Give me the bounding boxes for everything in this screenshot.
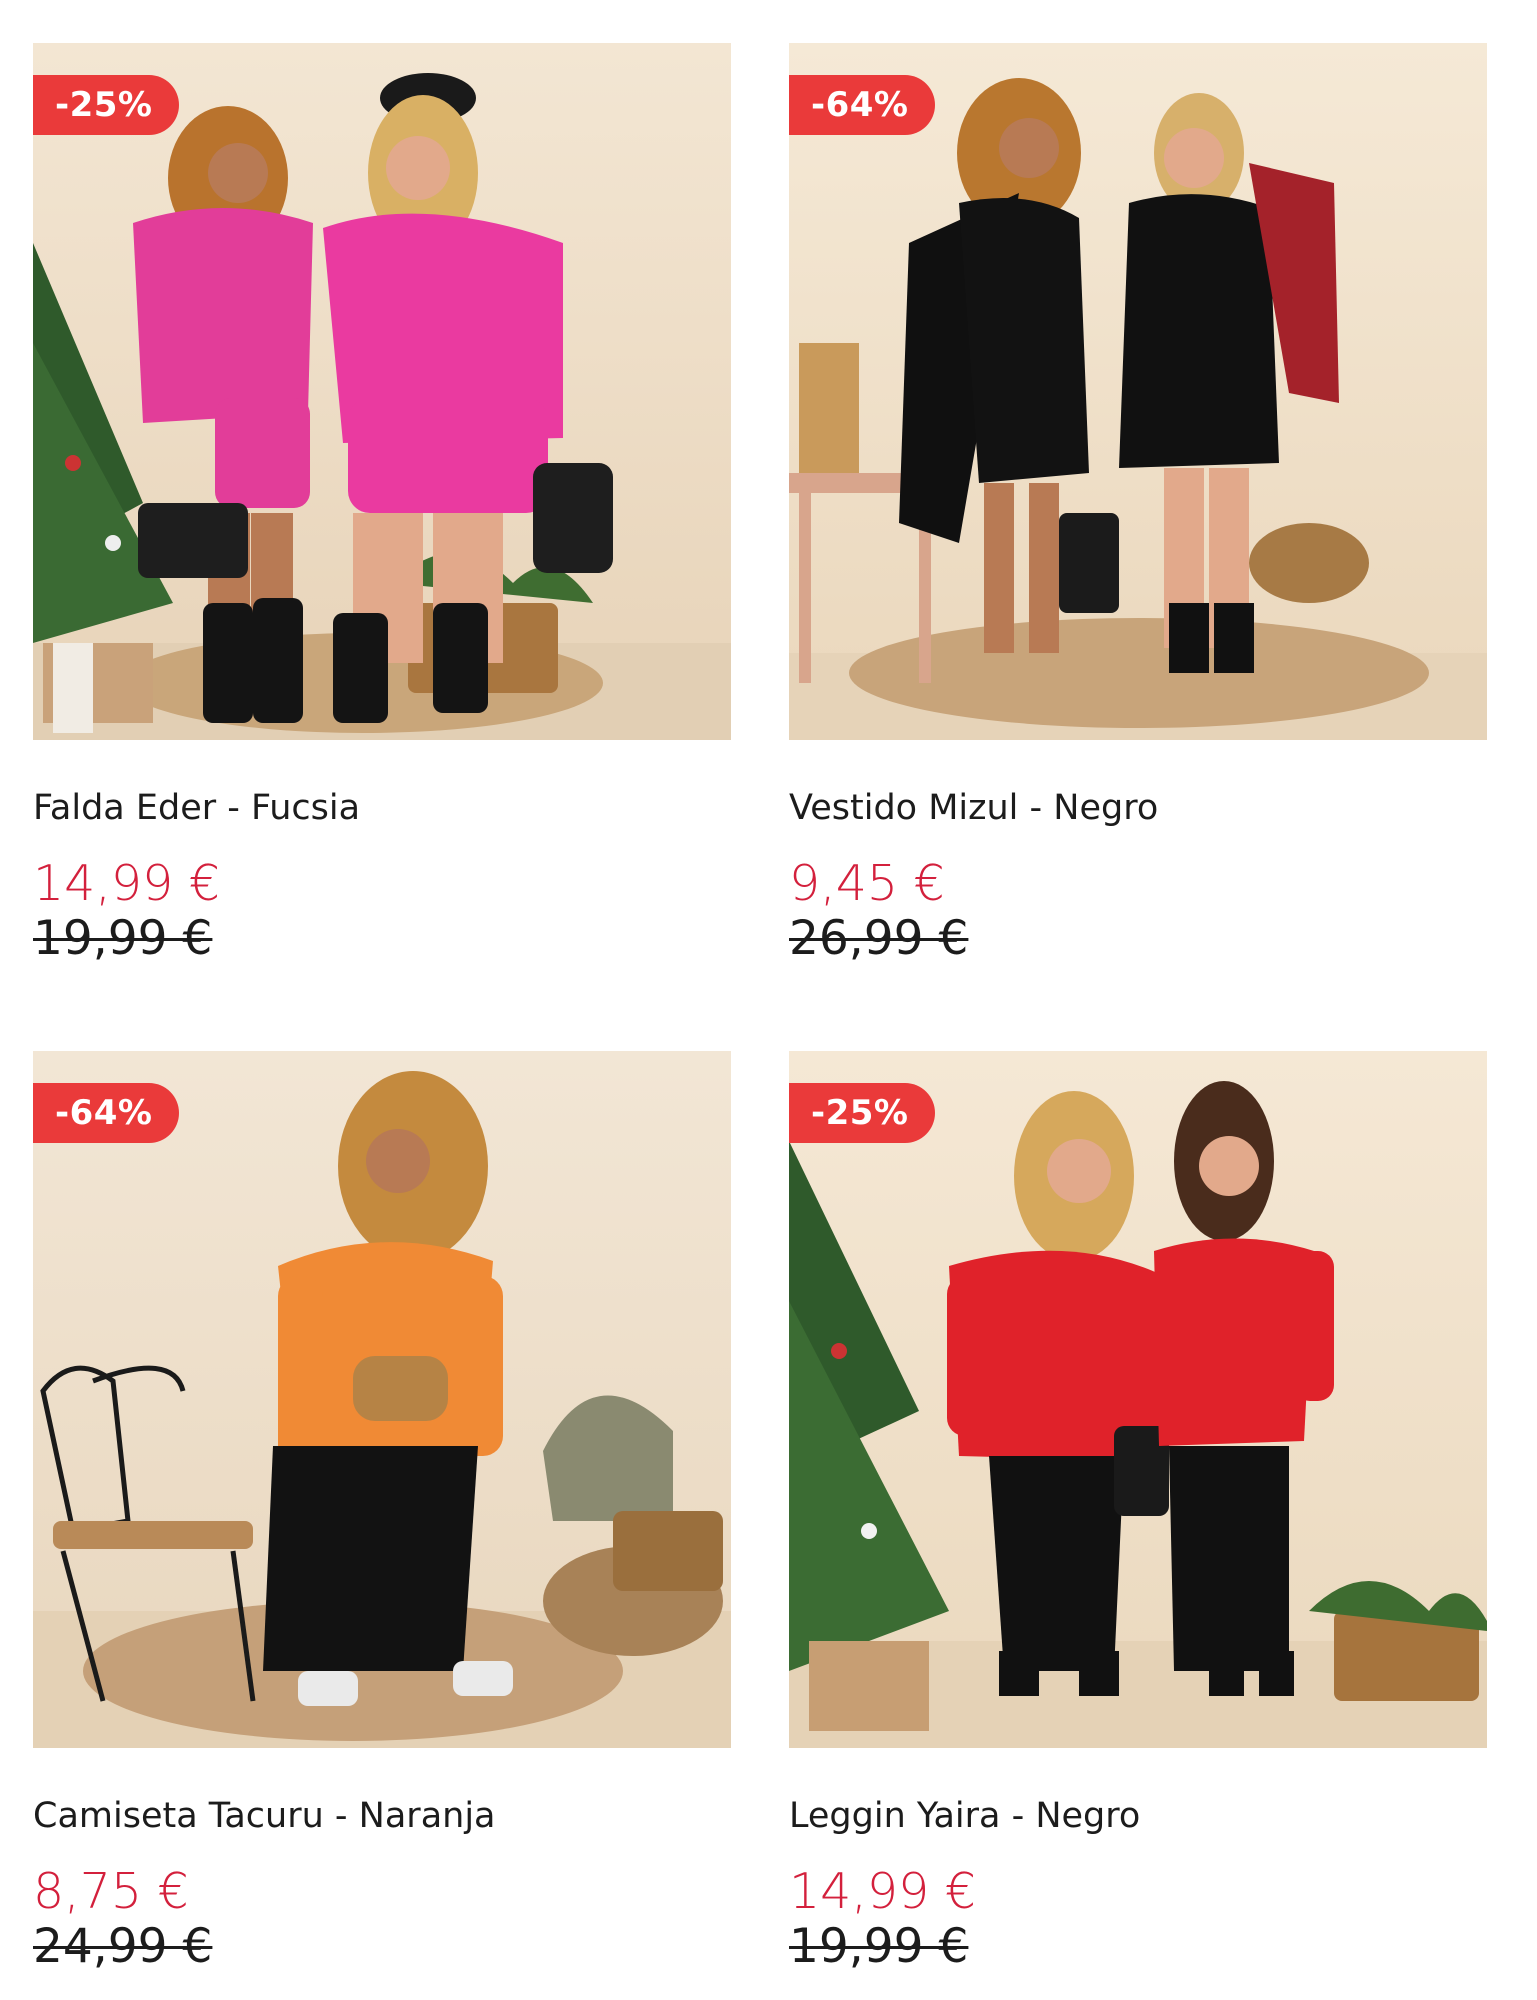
original-price: 19,99 € (789, 1919, 969, 1974)
product-grid: -25% Falda Eder - Fucsia 14,99 € 19,99 € (0, 0, 1537, 2000)
product-photo-leggin-negro (789, 1051, 1487, 1748)
product-title[interactable]: Leggin Yaira - Negro (789, 1794, 1487, 1838)
product-photo-naranja (33, 1051, 731, 1748)
original-price: 19,99 € (33, 911, 213, 966)
product-card[interactable]: -25% Leggin Yaira - Negro 14,99 € 19,99 … (789, 1051, 1487, 1974)
sale-price: 14,99 € (789, 1863, 977, 1920)
discount-badge: -25% (33, 75, 179, 135)
product-card[interactable]: -64% Vestido Mizul - Negro 9,45 € 26,99 … (789, 43, 1487, 966)
product-title[interactable]: Camiseta Tacuru - Naranja (33, 1794, 731, 1838)
original-price: 24,99 € (33, 1919, 213, 1974)
product-image[interactable]: -64% (789, 43, 1487, 740)
sale-price: 9,45 € (789, 855, 945, 912)
sale-price: 14,99 € (33, 855, 221, 912)
product-title[interactable]: Vestido Mizul - Negro (789, 786, 1487, 830)
discount-badge: -64% (789, 75, 935, 135)
product-photo-fucsia (33, 43, 731, 740)
product-image[interactable]: -64% (33, 1051, 731, 1748)
product-photo-negro-dress (789, 43, 1487, 740)
product-image[interactable]: -25% (33, 43, 731, 740)
original-price: 26,99 € (789, 911, 969, 966)
product-image[interactable]: -25% (789, 1051, 1487, 1748)
product-title[interactable]: Falda Eder - Fucsia (33, 786, 731, 830)
discount-badge: -64% (33, 1083, 179, 1143)
product-card[interactable]: -25% Falda Eder - Fucsia 14,99 € 19,99 € (33, 43, 731, 966)
product-card[interactable]: -64% Camiseta Tacuru - Naranja 8,75 € 24… (33, 1051, 731, 1974)
sale-price: 8,75 € (33, 1863, 189, 1920)
discount-badge: -25% (789, 1083, 935, 1143)
